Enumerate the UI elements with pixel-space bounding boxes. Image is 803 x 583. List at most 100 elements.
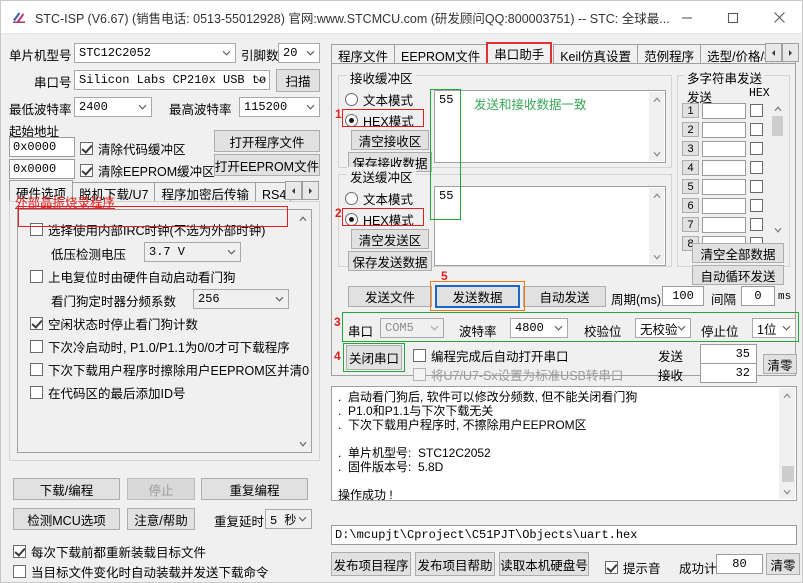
code-start-address-input[interactable]: 0x0000 [9, 137, 75, 157]
maximize-icon[interactable] [710, 1, 756, 34]
multi-send-hex-checkbox[interactable] [750, 199, 763, 212]
tab-keil-settings[interactable]: Keil仿真设置 [553, 44, 639, 65]
save-send-button[interactable]: 保存发送数据 [348, 251, 432, 271]
repeat-program-button[interactable]: 重复编程 [201, 478, 308, 500]
multi-send-index-button[interactable]: 2 [682, 122, 699, 137]
scan-button[interactable]: 扫描 [276, 69, 320, 92]
scroll-down-icon[interactable] [771, 223, 784, 236]
multi-send-value-input[interactable] [702, 140, 746, 157]
clear-counters-button[interactable]: 清零 [763, 354, 797, 374]
minimize-icon[interactable] [664, 1, 710, 34]
receive-text-mode-radio[interactable]: 文本模式 [345, 90, 413, 109]
tab-next-icon[interactable] [782, 43, 799, 62]
multi-send-scrollbar[interactable] [771, 102, 784, 153]
autoload-on-change-checkbox[interactable]: 当目标文件变化时自动装载并发送下载命令 [13, 562, 269, 581]
repeat-delay-select[interactable]: 5 秒 [265, 509, 312, 529]
tab-prev-icon[interactable] [285, 181, 302, 200]
receive-scrollbar[interactable] [649, 92, 664, 161]
tab-next-icon[interactable] [302, 181, 319, 200]
auto-send-button[interactable]: 自动发送 [523, 286, 606, 307]
publish-project-program-button[interactable]: 发布项目程序 [331, 552, 411, 576]
clear-success-count-button[interactable]: 清零 [766, 553, 800, 575]
interval-input[interactable]: 0 [741, 286, 775, 306]
multi-send-hex-checkbox[interactable] [750, 104, 763, 117]
scroll-up-icon[interactable] [779, 388, 795, 403]
tab-serial-assistant[interactable]: 串口助手 [486, 42, 553, 65]
tab-eeprom-file[interactable]: EEPROM文件 [394, 44, 488, 65]
com-port-select[interactable]: Silicon Labs CP210x USB to UAI [74, 70, 270, 90]
clear-eeprom-buffer-checkbox[interactable]: 清除EEPROM缓冲区 [80, 161, 215, 180]
multi-send-value-input[interactable] [702, 121, 746, 138]
notice-help-button[interactable]: 注意/帮助 [127, 508, 195, 530]
stop-bit-select[interactable]: 1位 [752, 318, 796, 338]
send-hex-mode-radio[interactable]: HEX模式 [345, 210, 414, 229]
multi-send-value-input[interactable] [702, 159, 746, 176]
receive-hex-mode-radio[interactable]: HEX模式 [345, 111, 414, 130]
scroll-down-icon[interactable] [649, 146, 664, 161]
read-disk-id-button[interactable]: 读取本机硬盘号 [499, 552, 589, 576]
open-program-file-button[interactable]: 打开程序文件 [214, 130, 320, 152]
max-baud-select[interactable]: 115200 [239, 97, 320, 117]
option-auto-watchdog-checkbox[interactable]: 上电复位时由硬件自动启动看门狗 [30, 267, 236, 286]
publish-project-help-button[interactable]: 发布项目帮助 [415, 552, 495, 576]
auto-open-port-checkbox[interactable]: 编程完成后自动打开串口 [413, 346, 569, 365]
eeprom-start-address-input[interactable]: 0x0000 [9, 159, 75, 179]
multi-send-index-button[interactable]: 3 [682, 141, 699, 156]
tab-prev-icon[interactable] [765, 43, 782, 62]
clear-all-data-button[interactable]: 清空全部数据 [692, 243, 784, 263]
log-textarea[interactable]: . 启动看门狗后, 软件可以修改分频数, 但不能关闭看门狗 . P1.0和P1.… [331, 386, 797, 501]
multi-send-index-button[interactable]: 5 [682, 179, 699, 194]
hardware-options-scrollbar[interactable] [295, 211, 310, 451]
u7-usb-bridge-checkbox[interactable]: 将U7/U7-Sx设置为标准USB转串口 [413, 365, 623, 384]
scrollbar-thumb[interactable] [772, 116, 783, 136]
multi-send-value-input[interactable] [702, 178, 746, 195]
tab-encrypted-transfer[interactable]: 程序加密后传输 [154, 182, 256, 203]
pin-count-select[interactable]: 20 [278, 43, 320, 63]
tab-program-file[interactable]: 程序文件 [331, 44, 396, 65]
scroll-up-icon[interactable] [649, 188, 664, 203]
scroll-up-icon[interactable] [649, 92, 664, 107]
close-icon[interactable] [756, 1, 802, 34]
parity-select[interactable]: 无校验 [635, 318, 691, 338]
file-path-input[interactable]: D:\mcupjt\Cproject\C51PJT\Objects\uart.h… [331, 525, 797, 545]
detect-mcu-options-button[interactable]: 检测MCU选项 [13, 508, 120, 530]
beep-checkbox[interactable]: 提示音 [605, 558, 661, 577]
min-baud-select[interactable]: 2400 [74, 97, 152, 117]
multi-send-index-button[interactable]: 1 [682, 103, 699, 118]
multi-send-hex-checkbox[interactable] [750, 180, 763, 193]
option-cold-boot-p1-checkbox[interactable]: 下次冷启动时, P1.0/P1.1为0/0才可下载程序 [30, 337, 290, 356]
log-scrollbar[interactable] [779, 388, 795, 499]
multi-send-hex-checkbox[interactable] [750, 161, 763, 174]
send-textarea[interactable]: 55 [434, 186, 666, 266]
option-erase-eeprom-checkbox[interactable]: 下次下载用户程序时擦除用户EEPROM区并清0 [30, 360, 309, 379]
clear-code-buffer-checkbox[interactable]: 清除代码缓冲区 [80, 139, 186, 158]
low-voltage-select[interactable]: 3.7 V [144, 242, 241, 262]
stop-button[interactable]: 停止 [127, 478, 195, 500]
period-input[interactable]: 100 [662, 286, 704, 306]
multi-send-hex-checkbox[interactable] [750, 142, 763, 155]
serial-port-select[interactable]: COM5 [380, 318, 444, 338]
scroll-up-icon[interactable] [771, 102, 784, 115]
multi-send-value-input[interactable] [702, 102, 746, 119]
option-add-id-checkbox[interactable]: 在代码区的最后添加ID号 [30, 383, 186, 402]
close-serial-port-button[interactable]: 关闭串口 [346, 345, 402, 370]
send-scrollbar[interactable] [649, 188, 664, 264]
multi-send-index-button[interactable]: 7 [682, 217, 699, 232]
receive-textarea[interactable]: 55 发送和接收数据一致 [434, 90, 666, 163]
watchdog-divider-select[interactable]: 256 [193, 289, 289, 309]
mcu-type-select[interactable]: STC12C2052 [74, 43, 236, 63]
auto-loop-send-button[interactable]: 自动循环发送 [692, 265, 784, 285]
scroll-down-icon[interactable] [295, 436, 310, 451]
multi-send-hex-checkbox[interactable] [750, 218, 763, 231]
multi-send-index-button[interactable]: 4 [682, 160, 699, 175]
clear-send-button[interactable]: 清空发送区 [351, 229, 429, 249]
option-idle-stop-watchdog-checkbox[interactable]: 空闲状态时停止看门狗计数 [30, 314, 198, 333]
send-file-button[interactable]: 发送文件 [348, 286, 432, 307]
scroll-down-icon[interactable] [779, 484, 795, 499]
multi-send-hex-checkbox[interactable] [750, 123, 763, 136]
multi-send-value-input[interactable] [702, 197, 746, 214]
tab-example-program[interactable]: 范例程序 [637, 44, 702, 65]
send-text-mode-radio[interactable]: 文本模式 [345, 189, 413, 208]
log-scrollbar-thumb[interactable] [782, 466, 794, 482]
scroll-down-icon[interactable] [649, 249, 664, 264]
